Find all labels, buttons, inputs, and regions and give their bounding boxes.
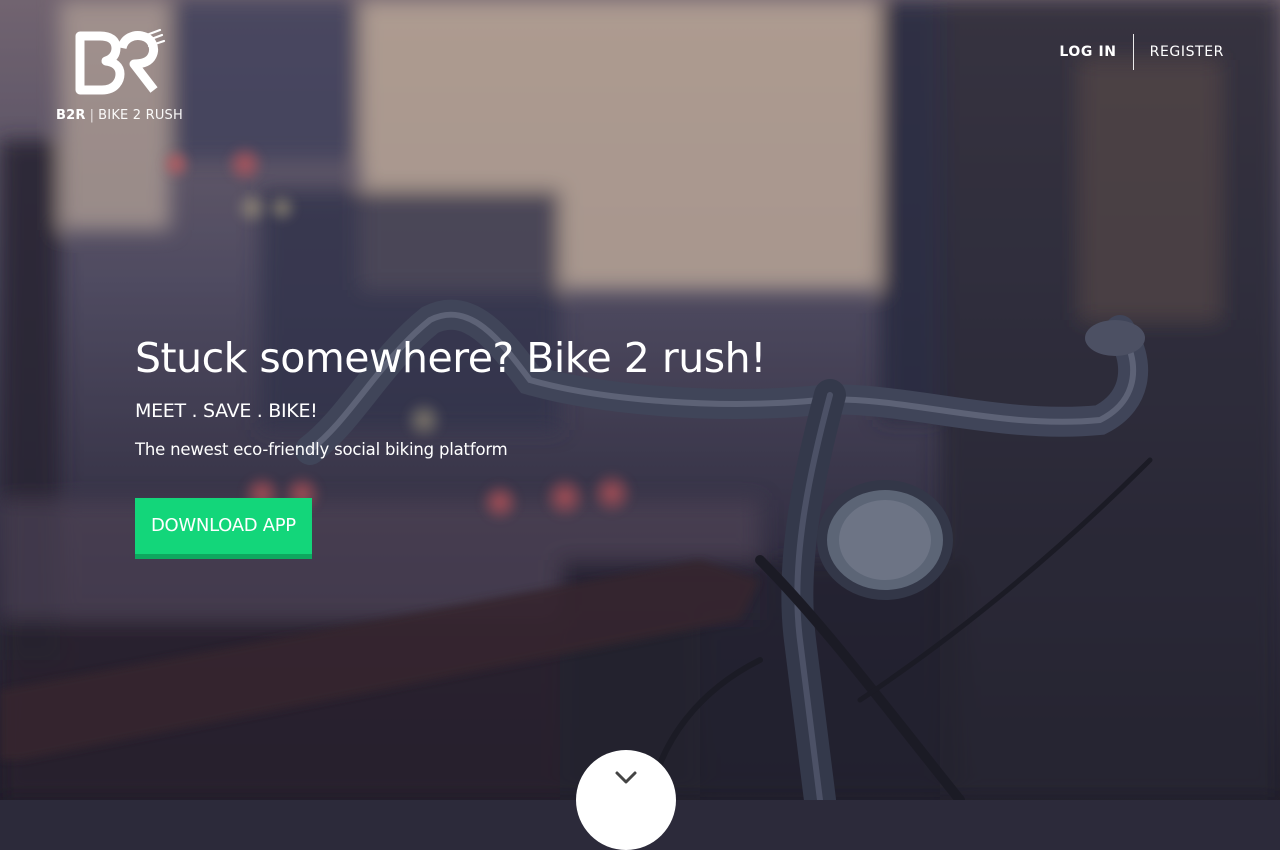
brand-short: B2R — [56, 108, 86, 123]
brand-wordmark: B2R | BIKE 2 RUSH — [56, 108, 183, 123]
hero-headline: Stuck somewhere? Bike 2 rush! — [135, 334, 767, 382]
b2r-logo-icon — [75, 28, 166, 95]
brand-name: BIKE 2 RUSH — [98, 108, 183, 123]
login-link[interactable]: LOG IN — [1059, 34, 1134, 70]
scroll-down-button[interactable] — [576, 750, 676, 850]
register-link[interactable]: REGISTER — [1134, 34, 1224, 70]
top-nav: LOG IN REGISTER — [1059, 34, 1224, 70]
hero-tagline: MEET . SAVE . BIKE! — [135, 400, 318, 422]
brand-separator: | — [89, 108, 95, 123]
hero-subtitle: The newest eco-friendly social biking pl… — [135, 440, 508, 459]
chevron-down-icon — [615, 771, 637, 784]
hero-section: Stuck somewhere? Bike 2 rush! MEET . SAV… — [135, 334, 767, 559]
download-app-button[interactable]: DOWNLOAD APP — [135, 498, 312, 559]
